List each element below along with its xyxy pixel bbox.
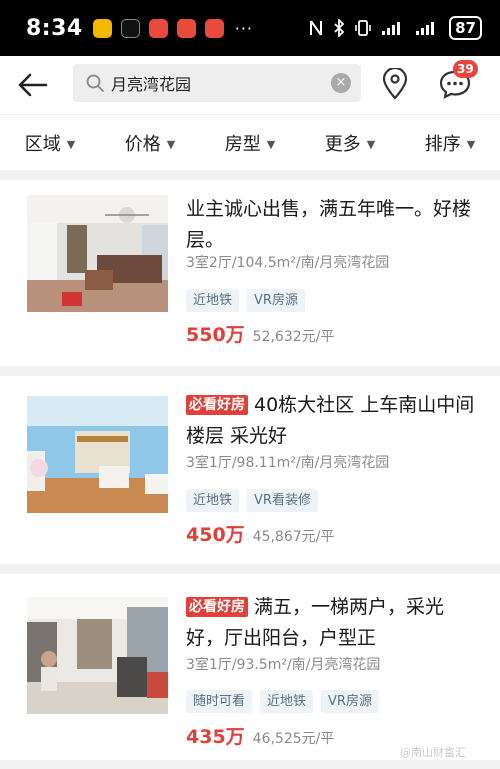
listing-meta: 3室1厅/98.11m²/南/月亮湾花园 [186, 455, 390, 471]
listing-meta: 3室1厅/93.5m²/南/月亮湾花园 [186, 657, 381, 673]
listing-photo [27, 396, 168, 513]
unit-price: 46,525元/平 [252, 731, 335, 747]
signal-icon [382, 22, 401, 35]
feature-tag: 近地铁 [186, 289, 240, 312]
listing-photo [27, 195, 168, 312]
message-count-badge: 39 [453, 60, 478, 78]
location-pin-icon[interactable] [380, 68, 410, 100]
listing-card[interactable]: 业主诚心出售，满五年唯一。好楼层。 3室2厅/104.5m²/南/月亮湾花园 近… [0, 180, 500, 366]
must-see-badge: 必看好房 [186, 395, 248, 415]
filter-bar: 区域 ▼ 价格 ▼ 房型 ▼ 更多 ▼ 排序 ▼ [0, 114, 500, 170]
back-arrow-icon[interactable] [16, 68, 50, 102]
bluetooth-icon [334, 19, 345, 37]
nfc-icon [310, 20, 323, 36]
vibrate-icon [355, 20, 371, 36]
filter-more[interactable]: 更多 ▼ [300, 130, 400, 156]
filter-label: 更多 [324, 133, 361, 155]
filter-label: 价格 [124, 133, 161, 155]
wifi-icon [416, 22, 435, 35]
price-row: 450万 45,867元/平 [186, 520, 334, 547]
feature-tag: 近地铁 [186, 489, 240, 512]
filter-label: 排序 [424, 133, 461, 155]
feature-tag: 随时可看 [186, 690, 253, 713]
unit-price: 45,867元/平 [252, 529, 335, 545]
watermark: @南山财富汇 [400, 746, 466, 759]
status-time: 8:34 [26, 15, 83, 41]
filter-sort[interactable]: 排序 ▼ [400, 130, 500, 156]
price-row: 550万 52,632元/平 [186, 320, 334, 347]
search-header: × 39 [0, 56, 500, 114]
listing-card[interactable]: 必看好房 40栋大社区 上车南山中间楼层 采光好 3室1厅/98.11m²/南/月… [0, 376, 500, 564]
tiktok-icon [120, 18, 140, 38]
chevron-down-icon: ▼ [466, 138, 476, 151]
unit-price: 52,632元/平 [252, 329, 335, 345]
notification-app-icon [176, 18, 196, 38]
must-see-badge: 必看好房 [186, 597, 248, 617]
listing-meta: 3室2厅/104.5m²/南/月亮湾花园 [186, 255, 390, 271]
chevron-down-icon: ▼ [166, 138, 176, 151]
notification-app-icon [148, 18, 168, 38]
search-input[interactable] [111, 73, 331, 93]
chevron-down-icon: ▼ [266, 138, 276, 151]
filter-label: 区域 [24, 133, 61, 155]
chevron-down-icon: ▼ [66, 138, 76, 151]
filter-layout[interactable]: 房型 ▼ [200, 130, 300, 156]
listing-title: 必看好房 40栋大社区 上车南山中间楼层 采光好 [186, 390, 476, 452]
filter-area[interactable]: 区域 ▼ [0, 130, 100, 156]
listing-photo [27, 597, 168, 714]
listing-card[interactable]: 必看好房 满五，一梯两户，采光好，厅出阳台，户型正 3室1厅/93.5m²/南/月… [0, 574, 500, 760]
listing-tags: 随时可看 近地铁 VR房源 [186, 690, 379, 713]
price-row: 435万 46,525元/平 [186, 722, 334, 749]
notification-app-icon [92, 18, 112, 38]
search-box[interactable]: × [73, 64, 361, 102]
listing-tags: 近地铁 VR房源 [186, 289, 305, 312]
listing-title: 业主诚心出售，满五年唯一。好楼层。 [186, 194, 476, 256]
listing-tags: 近地铁 VR看装修 [186, 489, 318, 512]
battery-indicator: 87 [449, 16, 482, 40]
filter-label: 房型 [224, 133, 261, 155]
feature-tag: VR看装修 [247, 489, 318, 512]
total-price: 550万 [186, 324, 245, 346]
status-bar: 8:34 ··· 87 [0, 0, 500, 56]
total-price: 435万 [186, 726, 245, 748]
chevron-down-icon: ▼ [366, 138, 376, 151]
feature-tag: 近地铁 [260, 690, 314, 713]
listing-title: 必看好房 满五，一梯两户，采光好，厅出阳台，户型正 [186, 592, 476, 654]
filter-price[interactable]: 价格 ▼ [100, 130, 200, 156]
listing-title-text: 业主诚心出售，满五年唯一。好楼层。 [186, 198, 472, 251]
clear-search-icon[interactable]: × [331, 73, 351, 93]
more-notifications-icon: ··· [234, 18, 253, 38]
feature-tag: VR房源 [321, 690, 379, 713]
total-price: 450万 [186, 524, 245, 546]
search-icon [86, 74, 104, 92]
feature-tag: VR房源 [247, 289, 305, 312]
notification-app-icon [204, 18, 224, 38]
